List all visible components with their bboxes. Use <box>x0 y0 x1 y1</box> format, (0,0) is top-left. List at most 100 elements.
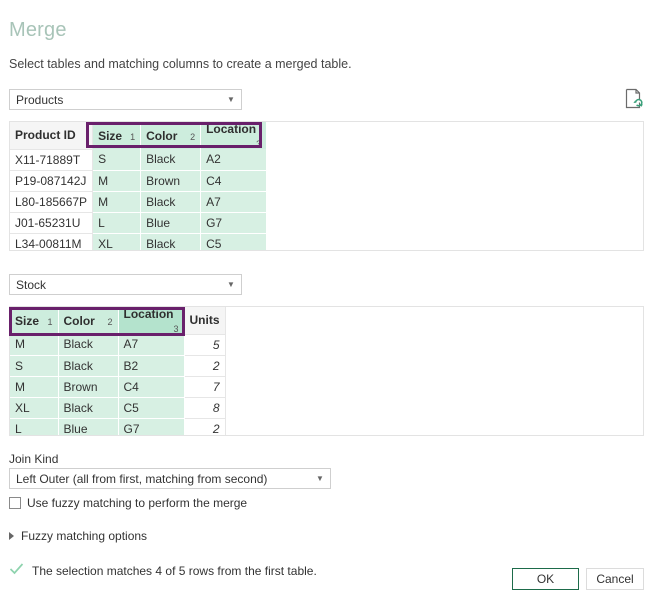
column-header-units[interactable]: Units <box>184 307 226 335</box>
table-cell: Blue <box>140 212 202 234</box>
fuzzy-matching-options-label: Fuzzy matching options <box>21 529 148 543</box>
table-header-row: Size 1 Color 2 Location 3 Units <box>10 307 226 335</box>
second-table-selector[interactable]: Stock ▼ <box>9 274 242 295</box>
table-row: X11-71889T S Black A2 <box>10 149 268 171</box>
checkmark-icon <box>9 562 24 579</box>
table-cell: 2 <box>184 418 226 435</box>
column-selection-order: 2 <box>190 131 196 142</box>
join-kind-selector[interactable]: Left Outer (all from first, matching fro… <box>9 468 331 489</box>
table-cell: L <box>92 212 142 234</box>
page-subtitle: Select tables and matching columns to cr… <box>9 57 352 71</box>
table-cell: C5 <box>118 397 185 419</box>
table-cell: A7 <box>200 191 268 213</box>
fuzzy-matching-checkbox-row[interactable]: Use fuzzy matching to perform the merge <box>9 496 247 510</box>
column-header-label: Location <box>123 307 174 321</box>
table-row: L34-00811M XL Black C5 <box>10 233 268 250</box>
column-header-color[interactable]: Color 2 <box>58 307 119 334</box>
table-cell: C4 <box>118 376 185 398</box>
column-header-label: Size <box>98 128 123 143</box>
column-header-size[interactable]: Size 1 <box>10 307 59 334</box>
table-cell: Blue <box>58 418 119 435</box>
table-cell: C4 <box>200 170 268 192</box>
table-row: L Blue G7 2 <box>10 418 226 435</box>
fuzzy-matching-checkbox-label: Use fuzzy matching to perform the merge <box>27 496 248 510</box>
column-header-location[interactable]: Location 3 <box>118 307 185 334</box>
table-cell: M <box>92 170 142 192</box>
table-cell: A7 <box>118 334 185 356</box>
second-table-grid: Size 1 Color 2 Location 3 Units M Black A7 5 S Black… <box>10 307 226 435</box>
table-cell: Black <box>58 397 119 419</box>
chevron-down-icon: ▼ <box>227 279 235 289</box>
table-cell: M <box>92 191 142 213</box>
table-cell: A2 <box>200 149 268 171</box>
column-header-label: Color <box>63 313 95 328</box>
table-cell: 8 <box>184 397 226 419</box>
table-cell: C5 <box>200 233 268 250</box>
table-row: P19-087142J M Brown C4 <box>10 170 268 192</box>
chevron-down-icon: ▼ <box>227 94 235 104</box>
table-cell: L80-185667P <box>10 191 94 213</box>
table-cell: Brown <box>58 376 119 398</box>
table-cell: Brown <box>140 170 202 192</box>
fuzzy-matching-checkbox[interactable] <box>9 497 21 509</box>
table-cell: S <box>10 355 59 377</box>
column-selection-order: 2 <box>107 316 113 327</box>
table-cell: L <box>10 418 59 435</box>
table-cell: Black <box>140 233 202 250</box>
table-cell: G7 <box>118 418 185 435</box>
table-cell: XL <box>92 233 142 250</box>
status-bar: The selection matches 4 of 5 rows from t… <box>9 562 317 579</box>
column-header-label: Color <box>146 128 178 143</box>
first-table-grid: Product ID Size 1 Color 2 Location 3 X11-71889T… <box>10 122 268 250</box>
table-cell: L34-00811M <box>10 233 94 250</box>
column-header-label: Size <box>15 313 40 328</box>
column-selection-order: 1 <box>47 316 53 327</box>
table-row: L80-185667P M Black A7 <box>10 191 268 213</box>
column-header-label: Units <box>189 313 220 328</box>
page-refresh-icon[interactable] <box>624 88 644 110</box>
column-header-label: Location <box>206 122 257 136</box>
status-message: The selection matches 4 of 5 rows from t… <box>32 563 317 578</box>
table-row: XL Black C5 8 <box>10 397 226 419</box>
second-table-selector-value: Stock <box>16 277 47 292</box>
table-cell: X11-71889T <box>10 149 94 171</box>
table-cell: Black <box>58 334 119 356</box>
chevron-down-icon: ▼ <box>316 473 324 483</box>
table-row: M Brown C4 7 <box>10 376 226 398</box>
column-header-label: Product ID <box>15 128 76 143</box>
table-row: J01-65231U L Blue G7 <box>10 212 268 234</box>
table-cell: M <box>10 334 59 356</box>
column-header-color[interactable]: Color 2 <box>140 122 202 149</box>
ok-button[interactable]: OK <box>512 568 579 590</box>
join-kind-label: Join Kind <box>9 452 59 466</box>
table-cell: S <box>92 149 142 171</box>
table-cell: B2 <box>118 355 185 377</box>
second-table-preview: Size 1 Color 2 Location 3 Units M Black A7 5 S Black… <box>9 306 644 436</box>
table-cell: 5 <box>184 334 226 356</box>
join-kind-value: Left Outer (all from first, matching fro… <box>16 471 268 486</box>
table-cell: 7 <box>184 376 226 398</box>
first-table-preview: Product ID Size 1 Color 2 Location 3 X11-71889T… <box>9 121 644 251</box>
table-cell: Black <box>140 191 202 213</box>
first-table-selector-value: Products <box>16 92 64 107</box>
chevron-right-icon <box>9 532 14 540</box>
table-cell: XL <box>10 397 59 419</box>
table-cell: P19-087142J <box>10 170 94 192</box>
fuzzy-matching-options-expander[interactable]: Fuzzy matching options <box>9 529 147 543</box>
table-cell: M <box>10 376 59 398</box>
column-selection-order: 3 <box>256 139 262 149</box>
cancel-button[interactable]: Cancel <box>586 568 644 590</box>
table-row: S Black B2 2 <box>10 355 226 377</box>
column-selection-order: 3 <box>173 324 179 334</box>
column-header-size[interactable]: Size 1 <box>92 122 142 149</box>
table-cell: J01-65231U <box>10 212 94 234</box>
first-table-selector[interactable]: Products ▼ <box>9 89 242 110</box>
table-cell: 2 <box>184 355 226 377</box>
table-cell: Black <box>58 355 119 377</box>
table-cell: G7 <box>200 212 268 234</box>
table-header-row: Product ID Size 1 Color 2 Location 3 <box>10 122 268 150</box>
column-header-product-id[interactable]: Product ID <box>10 122 94 150</box>
page-title: Merge <box>9 19 67 41</box>
table-row: M Black A7 5 <box>10 334 226 356</box>
column-header-location[interactable]: Location 3 <box>200 122 268 149</box>
